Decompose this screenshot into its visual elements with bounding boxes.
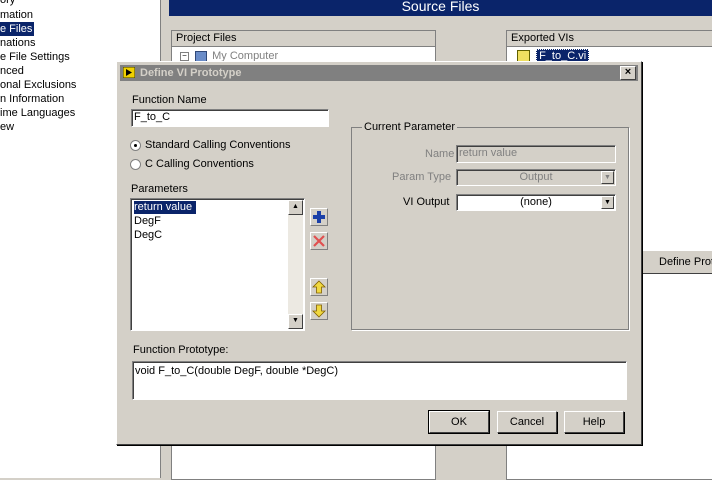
current-parameter-label: Current Parameter <box>362 121 458 133</box>
category-item[interactable]: n Information <box>0 92 64 106</box>
standard-calling-radio[interactable] <box>130 140 141 151</box>
category-item[interactable]: nations <box>0 36 35 50</box>
exported-vis-label: Exported VIs <box>507 31 712 47</box>
parameter-name-input[interactable]: return value <box>456 145 616 163</box>
scroll-up-button[interactable]: ▲ <box>288 200 303 215</box>
arrow-up-icon <box>312 280 326 294</box>
category-item[interactable]: ime Languages <box>0 106 75 120</box>
scroll-down-button[interactable]: ▼ <box>288 314 303 329</box>
define-prototype-button[interactable]: Define Proto <box>642 250 712 274</box>
param-type-select[interactable]: Output ▼ <box>456 169 616 186</box>
parameter-item-degf[interactable]: DegF <box>134 215 161 228</box>
page-header: Source Files <box>169 0 712 16</box>
close-icon: × <box>624 66 632 78</box>
ok-button[interactable]: OK <box>428 410 490 434</box>
parameters-scrollbar[interactable]: ▲ ▼ <box>288 200 303 329</box>
category-item[interactable]: e File Settings <box>0 50 70 64</box>
category-item[interactable]: nced <box>0 64 24 78</box>
function-name-label: Function Name <box>132 94 207 106</box>
dialog-titlebar[interactable]: Define VI Prototype × <box>120 65 638 81</box>
name-label: Name <box>425 148 455 160</box>
parameter-item-return-value[interactable]: return value <box>134 201 197 214</box>
delete-icon <box>313 235 325 247</box>
function-prototype-label: Function Prototype: <box>133 344 229 356</box>
arrow-up-icon: ▲ <box>292 203 299 210</box>
help-button[interactable]: Help <box>564 411 624 433</box>
param-type-value: Output <box>519 171 553 183</box>
define-vi-prototype-dialog: Define VI Prototype × Function Name F_to… <box>116 61 642 445</box>
category-item[interactable]: ew <box>0 120 14 134</box>
standard-calling-label[interactable]: Standard Calling Conventions <box>145 139 291 151</box>
function-name-input[interactable]: F_to_C <box>131 109 329 127</box>
vi-output-select[interactable]: (none) ▼ <box>456 194 616 211</box>
c-calling-label[interactable]: C Calling Conventions <box>145 158 254 170</box>
cancel-button[interactable]: Cancel <box>497 411 557 433</box>
project-files-label: Project Files <box>172 31 435 47</box>
category-item[interactable]: mation <box>0 8 33 22</box>
vi-output-value: (none) <box>520 196 552 208</box>
c-calling-radio[interactable] <box>130 159 141 170</box>
move-down-button[interactable] <box>310 302 328 320</box>
collapse-icon[interactable]: − <box>180 51 189 61</box>
function-prototype-display: void F_to_C(double DegF, double *DegC) <box>132 361 627 400</box>
dialog-title: Define VI Prototype <box>140 67 242 79</box>
add-icon <box>313 211 325 223</box>
labview-icon <box>123 67 135 78</box>
vi-output-label: VI Output <box>403 196 450 208</box>
close-button[interactable]: × <box>620 66 636 80</box>
parameter-item-degc[interactable]: DegC <box>134 229 162 242</box>
move-up-button[interactable] <box>310 278 328 296</box>
chevron-down-icon: ▼ <box>604 174 611 181</box>
arrow-down-icon: ▼ <box>292 317 299 324</box>
parameters-label: Parameters <box>131 183 188 195</box>
dropdown-button[interactable]: ▼ <box>601 171 614 184</box>
category-item-source-files[interactable]: e Files <box>0 22 35 36</box>
add-parameter-button[interactable] <box>310 208 328 226</box>
category-item[interactable]: ory <box>0 0 15 7</box>
dropdown-button[interactable]: ▼ <box>601 196 614 209</box>
param-type-label: Param Type <box>392 171 452 183</box>
arrow-down-icon <box>312 304 326 318</box>
parameters-list[interactable]: return value DegF DegC ▲ ▼ <box>130 198 305 331</box>
computer-icon <box>195 50 208 62</box>
delete-parameter-button[interactable] <box>310 232 328 250</box>
category-item[interactable]: onal Exclusions <box>0 78 76 92</box>
chevron-down-icon: ▼ <box>604 199 611 206</box>
